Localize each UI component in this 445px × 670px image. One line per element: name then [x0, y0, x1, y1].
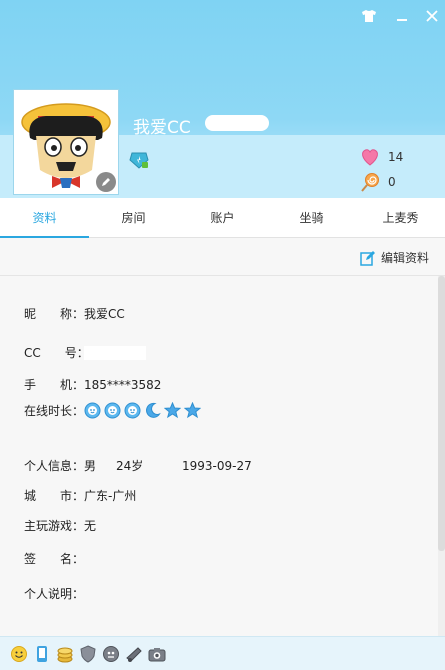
coins-icon[interactable]: [56, 645, 74, 663]
header-nickname: 我爱CC: [133, 118, 191, 138]
row-description: 个人说明：: [24, 585, 84, 602]
main-game-label: 主玩游戏：: [24, 519, 85, 533]
birthday-value: 1993-09-27: [182, 458, 252, 473]
gender-value: 男: [84, 459, 97, 473]
row-cc-number: CC 号：: [24, 344, 146, 361]
online-time-label: 在线时长：: [24, 404, 85, 418]
edit-avatar-pencil-icon[interactable]: [96, 172, 116, 192]
level-badge-icon: [129, 151, 149, 172]
nickname-label: 昵 称：: [24, 307, 85, 321]
row-city: 城 市： 广东-广州: [24, 487, 136, 504]
tab-profile[interactable]: 资料: [0, 198, 89, 238]
lollipops-count: 0: [388, 175, 396, 189]
age-value: 24岁: [116, 459, 144, 473]
star-icon: [164, 402, 181, 419]
sun-face-icon: [104, 402, 121, 419]
edit-icon: [360, 250, 375, 266]
edit-profile-label: 编辑资料: [381, 251, 430, 265]
row-phone: 手 机： 185****3582: [24, 376, 161, 393]
cannon-icon[interactable]: [125, 645, 143, 663]
badge-icon[interactable]: [102, 645, 120, 663]
divider: [0, 275, 445, 276]
row-online-time: 在线时长：: [24, 402, 201, 419]
star-icon: [184, 402, 201, 419]
sun-face-icon: [124, 402, 141, 419]
phone-icon[interactable]: [33, 645, 51, 663]
close-icon[interactable]: [423, 8, 441, 24]
city-value: 广东-广州: [84, 489, 137, 503]
phone-label: 手 机：: [24, 378, 85, 392]
scrollbar-thumb[interactable]: [438, 276, 445, 551]
nickname-value: 我爱CC: [84, 307, 125, 321]
row-signature: 签 名：: [24, 550, 84, 567]
row-nickname: 昵 称： 我爱CC: [24, 305, 125, 322]
heart-icon: [362, 149, 378, 166]
tab-room[interactable]: 房间: [89, 198, 178, 237]
tab-mic-show[interactable]: 上麦秀: [356, 198, 445, 237]
bottom-toolbar: [0, 636, 445, 670]
profile-tabs: 资料 房间 账户 坐骑 上麦秀: [0, 198, 445, 238]
edit-profile-button[interactable]: 编辑资料: [360, 249, 429, 266]
online-level-icons: [84, 402, 201, 419]
row-main-game: 主玩游戏： 无: [24, 517, 96, 534]
tab-account[interactable]: 账户: [178, 198, 267, 237]
moon-icon: [146, 402, 161, 418]
stat-lollipops: 0: [360, 172, 396, 192]
tab-mount[interactable]: 坐骑: [267, 198, 356, 237]
emoji-icon[interactable]: [10, 645, 28, 663]
shield-icon[interactable]: [79, 644, 97, 663]
cc-number-label: CC 号：: [24, 346, 89, 360]
main-game-value: 无: [84, 519, 97, 533]
cc-number-redacted: [84, 345, 146, 360]
camera-icon[interactable]: [148, 645, 166, 663]
user-id-redacted: [205, 115, 269, 131]
hearts-count: 14: [388, 150, 404, 164]
lollipop-icon: [361, 173, 379, 192]
description-label: 个人说明：: [24, 587, 85, 601]
row-personal-info: 个人信息： 男 24岁 1993-09-27: [24, 457, 252, 474]
sun-face-icon: [84, 402, 101, 419]
minimize-icon[interactable]: [393, 8, 411, 24]
stat-hearts: 14: [360, 148, 403, 166]
city-label: 城 市：: [24, 489, 85, 503]
skin-shirt-icon[interactable]: [360, 8, 378, 24]
personal-info-label: 个人信息：: [24, 459, 85, 473]
signature-label: 签 名：: [24, 552, 85, 566]
phone-value: 185****3582: [84, 377, 162, 392]
